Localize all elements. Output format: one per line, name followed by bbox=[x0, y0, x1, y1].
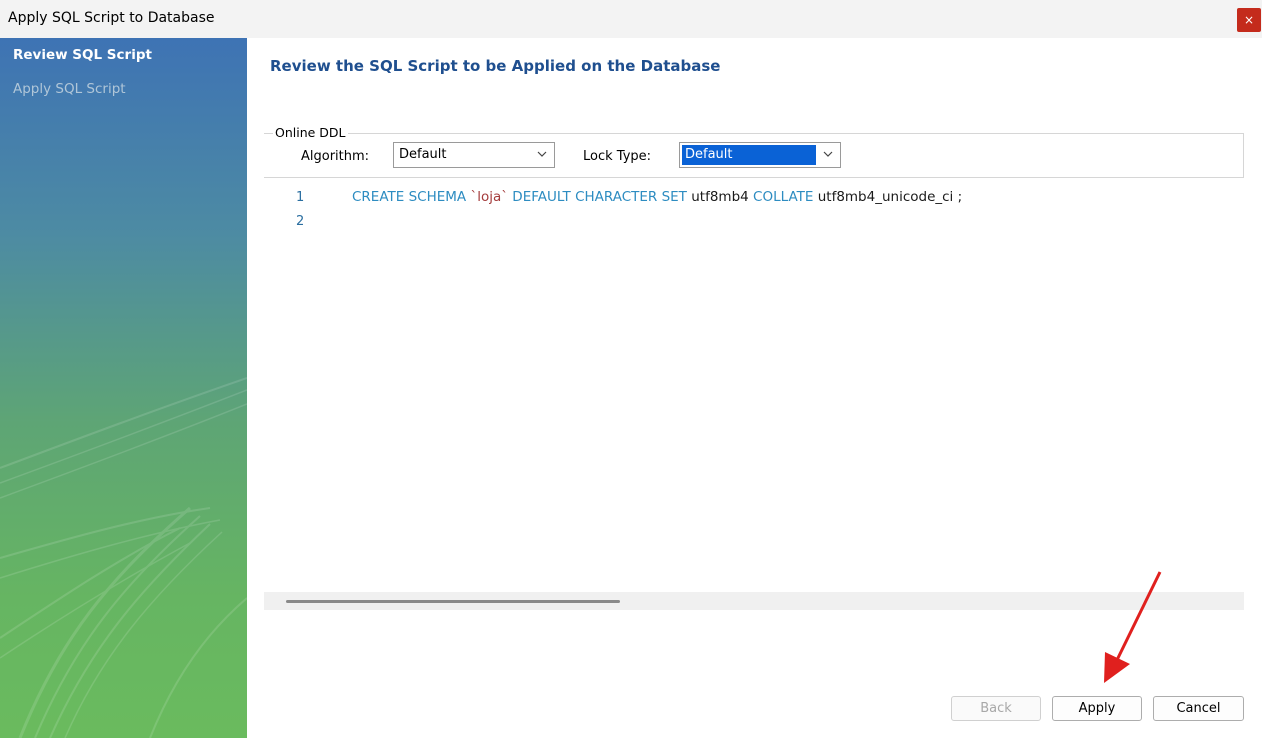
lock-type-select[interactable]: Default bbox=[679, 142, 841, 168]
close-icon: × bbox=[1243, 13, 1255, 27]
page-title: Review the SQL Script to be Applied on t… bbox=[270, 57, 721, 75]
online-ddl-legend: Online DDL bbox=[273, 125, 348, 140]
sidebar-item-review-sql-script: Review SQL Script bbox=[13, 47, 152, 63]
apply-button[interactable]: Apply bbox=[1052, 696, 1142, 721]
sql-identifier: `loja` bbox=[470, 189, 508, 205]
title-bar: Apply SQL Script to Database × bbox=[0, 0, 1262, 38]
lock-type-value: Default bbox=[682, 145, 816, 165]
sql-keyword: DEFAULT CHARACTER SET bbox=[512, 189, 687, 205]
sidebar-item-apply-sql-script: Apply SQL Script bbox=[13, 81, 126, 97]
chevron-down-icon bbox=[537, 151, 547, 157]
sql-value: utf8mb4 bbox=[691, 189, 749, 205]
algorithm-select[interactable]: Default bbox=[393, 142, 555, 168]
window-title: Apply SQL Script to Database bbox=[8, 10, 215, 26]
cancel-button[interactable]: Cancel bbox=[1153, 696, 1244, 721]
lock-type-label: Lock Type: bbox=[583, 149, 652, 164]
sql-keyword: COLLATE bbox=[753, 189, 814, 205]
algorithm-value: Default bbox=[399, 147, 447, 162]
sql-value: utf8mb4_unicode_ci ; bbox=[817, 189, 963, 205]
sidebar-decoration bbox=[0, 377, 247, 738]
back-button[interactable]: Back bbox=[951, 696, 1041, 721]
algorithm-label: Algorithm: bbox=[301, 149, 370, 164]
line-number: 1 bbox=[296, 190, 305, 205]
sql-keyword: CREATE SCHEMA bbox=[352, 189, 467, 205]
scrollbar-thumb[interactable] bbox=[286, 600, 620, 603]
close-button[interactable]: × bbox=[1237, 8, 1261, 32]
sql-line-1: CREATE SCHEMA `loja` DEFAULT CHARACTER S… bbox=[352, 189, 962, 205]
chevron-down-icon bbox=[823, 151, 833, 157]
wizard-sidebar: Review SQL Script Apply SQL Script bbox=[0, 38, 247, 738]
line-number: 2 bbox=[296, 214, 305, 229]
sql-editor[interactable]: 1 2 CREATE SCHEMA `loja` DEFAULT CHARACT… bbox=[264, 185, 1244, 590]
horizontal-scrollbar[interactable] bbox=[264, 592, 1244, 610]
